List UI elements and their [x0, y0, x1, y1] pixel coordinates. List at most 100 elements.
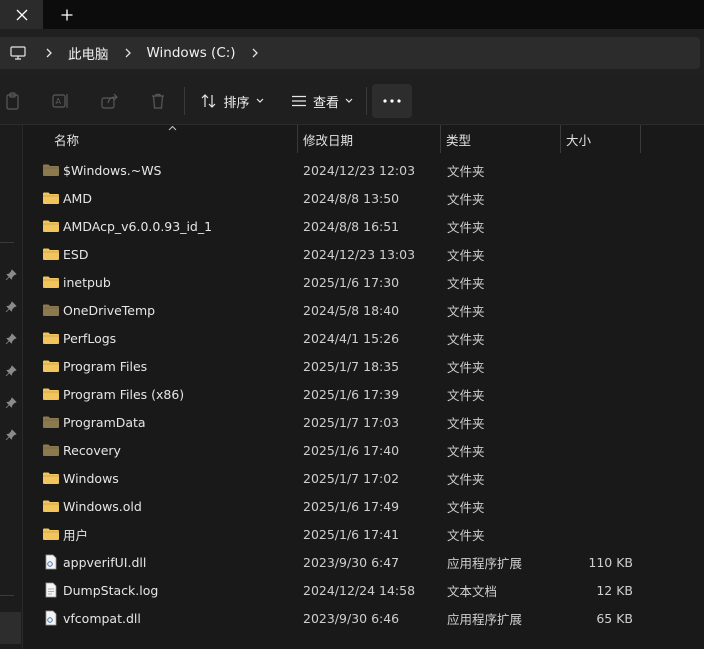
file-size: [564, 324, 633, 352]
chevron-down-icon: [345, 98, 353, 103]
chevron-down-icon: [256, 98, 263, 103]
table-row[interactable]: PerfLogs 2024/4/1 15:26 文件夹: [24, 324, 704, 352]
sort-button[interactable]: 排序: [195, 85, 270, 117]
table-row[interactable]: inetpub 2025/1/6 17:30 文件夹: [24, 268, 704, 296]
file-size: [564, 240, 633, 268]
share-button[interactable]: [96, 85, 124, 117]
breadcrumb-item-drive-c[interactable]: Windows (C:): [141, 45, 242, 61]
file-name: Recovery: [63, 442, 121, 458]
file-type: 文件夹: [447, 443, 485, 459]
breadcrumb-chevron[interactable]: [242, 48, 268, 58]
folder-icon: [42, 212, 60, 240]
file-type: 文件夹: [447, 303, 485, 319]
paste-button[interactable]: [0, 85, 26, 117]
file-size: [564, 296, 633, 324]
sort-icon: [202, 94, 216, 108]
view-button[interactable]: 查看: [284, 85, 360, 117]
file-type: 文件夹: [447, 359, 485, 375]
file-type: 文件夹: [447, 163, 485, 179]
table-row[interactable]: Program Files 2025/1/7 18:35 文件夹: [24, 352, 704, 380]
sort-label: 排序: [223, 95, 250, 111]
file-name: ESD: [63, 246, 89, 262]
pin-icon[interactable]: [5, 269, 17, 281]
table-row[interactable]: AMDAcp_v6.0.0.93_id_1 2024/8/8 16:51 文件夹: [24, 212, 704, 240]
command-bar: A 排序 查看: [0, 77, 704, 125]
table-row[interactable]: appverifUI.dll 2023/9/30 6:47 应用程序扩展 110 KB: [24, 548, 704, 576]
file-modified-date: 2024/12/24 14:58: [303, 582, 416, 598]
file-name: ProgramData: [63, 414, 146, 430]
table-row[interactable]: Recovery 2025/1/6 17:40 文件夹: [24, 436, 704, 464]
dll-file-icon: [42, 548, 60, 576]
nav-item-selected[interactable]: [0, 612, 21, 644]
column-header-date[interactable]: 修改日期: [303, 125, 353, 153]
table-row[interactable]: DumpStack.log 2024/12/24 14:58 文本文档 12 KB: [24, 576, 704, 604]
title-bar: [0, 0, 704, 29]
column-divider[interactable]: [640, 125, 641, 153]
file-type: 文件夹: [447, 471, 485, 487]
table-row[interactable]: ESD 2024/12/23 13:03 文件夹: [24, 240, 704, 268]
file-modified-date: 2025/1/7 17:03: [303, 414, 400, 430]
file-name: PerfLogs: [63, 330, 117, 346]
chevron-right-icon: [252, 48, 258, 58]
file-modified-date: 2025/1/7 18:35: [303, 358, 400, 374]
table-row[interactable]: Program Files (x86) 2025/1/6 17:39 文件夹: [24, 380, 704, 408]
pin-icon[interactable]: [5, 301, 17, 313]
new-tab-button[interactable]: [50, 0, 84, 29]
svg-text:A: A: [56, 97, 62, 106]
view-lines-icon: [291, 95, 306, 107]
column-header-size[interactable]: 大小: [566, 125, 591, 153]
table-row[interactable]: OneDriveTemp 2024/5/8 18:40 文件夹: [24, 296, 704, 324]
pin-icon[interactable]: [5, 365, 17, 377]
column-headers: 名称 修改日期 类型 大小: [24, 125, 704, 153]
close-tab-button[interactable]: [0, 0, 43, 29]
file-size: 12 KB: [596, 582, 633, 598]
folder-icon: [42, 520, 60, 548]
dll-file-icon: [42, 604, 60, 632]
file-size: [564, 492, 633, 520]
column-divider[interactable]: [560, 125, 561, 153]
file-modified-date: 2024/8/8 16:51: [303, 218, 400, 234]
file-modified-date: 2025/1/7 17:02: [303, 470, 400, 486]
file-modified-date: 2024/4/1 15:26: [303, 330, 400, 346]
file-name: DumpStack.log: [63, 582, 159, 598]
file-name: Program Files (x86): [63, 386, 185, 402]
pin-icon[interactable]: [5, 397, 17, 409]
file-modified-date: 2025/1/6 17:39: [303, 386, 400, 402]
file-modified-date: 2024/5/8 18:40: [303, 302, 400, 318]
folder-icon: [42, 240, 60, 268]
rename-icon: A: [52, 94, 68, 108]
file-name: Windows: [63, 470, 119, 486]
column-divider[interactable]: [440, 125, 441, 153]
column-divider[interactable]: [297, 125, 298, 153]
breadcrumb-item-this-pc[interactable]: 此电脑: [62, 43, 115, 63]
pin-icon[interactable]: [5, 333, 17, 345]
column-header-type[interactable]: 类型: [446, 125, 471, 153]
toolbar-divider: [366, 87, 367, 115]
breadcrumb-chevron[interactable]: [115, 48, 141, 58]
column-header-name[interactable]: 名称: [54, 125, 79, 153]
table-row[interactable]: Windows 2025/1/7 17:02 文件夹: [24, 464, 704, 492]
file-type: 应用程序扩展: [447, 611, 523, 627]
navigation-pane[interactable]: [0, 125, 23, 649]
table-row[interactable]: AMD 2024/8/8 13:50 文件夹: [24, 184, 704, 212]
table-row[interactable]: 用户 2025/1/6 17:41 文件夹: [24, 520, 704, 548]
breadcrumb-chevron[interactable]: [36, 48, 62, 58]
pin-icon[interactable]: [5, 429, 17, 441]
delete-button[interactable]: [144, 85, 172, 117]
table-row[interactable]: Windows.old 2025/1/6 17:49 文件夹: [24, 492, 704, 520]
this-pc-button[interactable]: [0, 46, 36, 60]
file-size: 110 KB: [588, 554, 633, 570]
chevron-right-icon: [125, 48, 131, 58]
table-row[interactable]: ProgramData 2025/1/7 17:03 文件夹: [24, 408, 704, 436]
file-modified-date: 2023/9/30 6:47: [303, 554, 400, 570]
table-row[interactable]: vfcompat.dll 2023/9/30 6:46 应用程序扩展 65 KB: [24, 604, 704, 632]
rename-button[interactable]: A: [47, 85, 75, 117]
breadcrumb[interactable]: 此电脑 Windows (C:): [0, 37, 700, 69]
file-size: 65 KB: [596, 610, 633, 626]
file-type: 文件夹: [447, 415, 485, 431]
more-options-button[interactable]: [372, 84, 412, 118]
file-type: 文件夹: [447, 527, 485, 543]
chevron-right-icon: [46, 48, 52, 58]
table-row[interactable]: $Windows.~WS 2024/12/23 12:03 文件夹: [24, 156, 704, 184]
file-type: 文本文档: [447, 583, 498, 599]
